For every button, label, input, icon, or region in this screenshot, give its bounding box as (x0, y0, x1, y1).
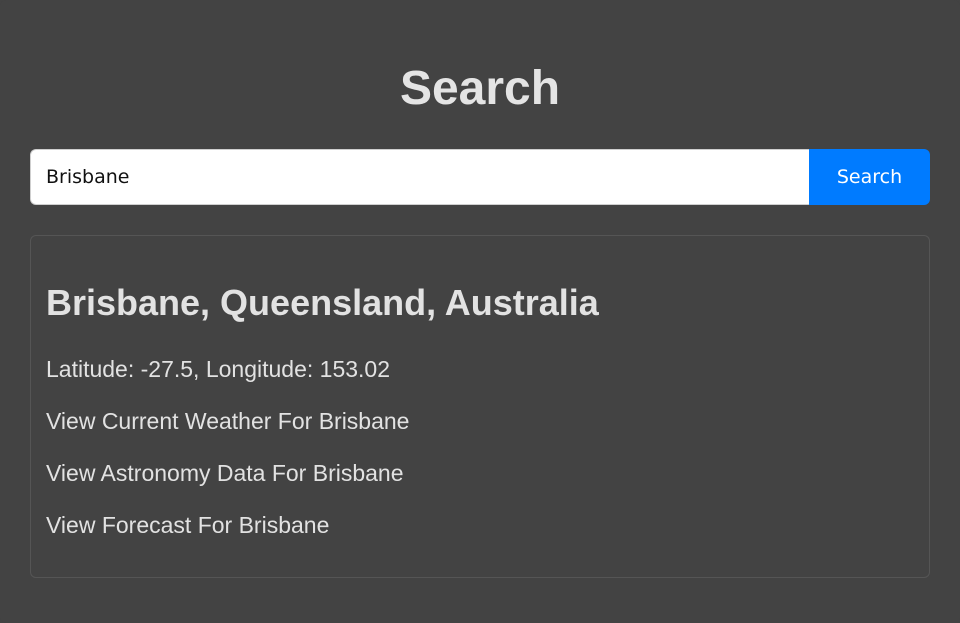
search-input[interactable] (30, 149, 809, 205)
current-weather-link[interactable]: View Current Weather For Brisbane (46, 407, 409, 435)
page-title: Search (399, 62, 561, 115)
result-card: Brisbane, Queensland, Australia Latitude… (30, 235, 930, 578)
search-button[interactable]: Search (809, 149, 930, 205)
search-bar: Search (30, 149, 930, 205)
app-window: Search Search Brisbane, Queensland, Aust… (0, 0, 960, 623)
astronomy-data-link[interactable]: View Astronomy Data For Brisbane (46, 459, 404, 487)
forecast-link[interactable]: View Forecast For Brisbane (46, 511, 329, 539)
location-title: Brisbane, Queensland, Australia (46, 282, 599, 323)
coordinates-text: Latitude: -27.5, Longitude: 153.02 (46, 356, 391, 382)
